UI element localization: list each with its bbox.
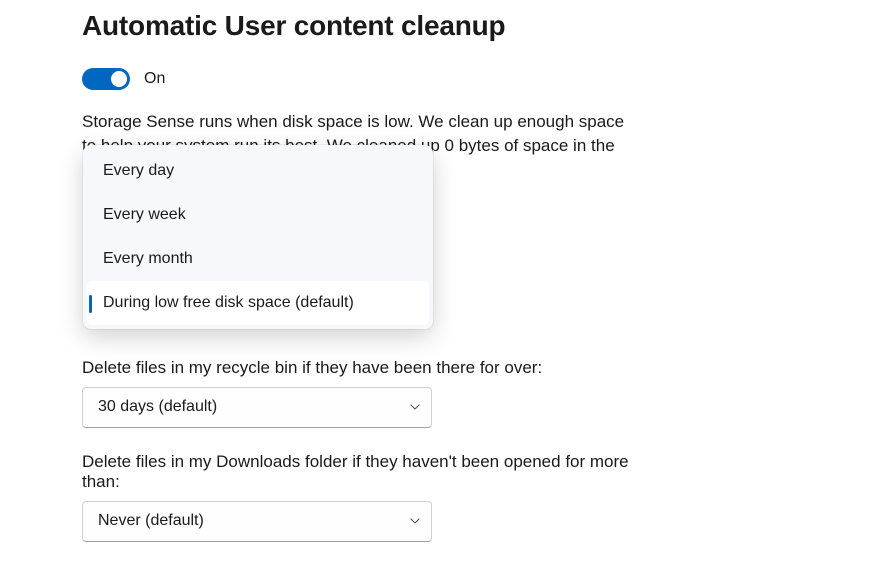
- recycle-label: Delete files in my recycle bin if they h…: [82, 358, 800, 378]
- dropdown-option-low-disk-space[interactable]: During low free disk space (default): [87, 281, 429, 325]
- cleanup-toggle[interactable]: [82, 68, 130, 90]
- dropdown-option-every-week[interactable]: Every week: [87, 193, 429, 237]
- chevron-down-icon: [409, 515, 421, 527]
- run-frequency-dropdown: Every day Every week Every month During …: [83, 145, 433, 329]
- toggle-knob: [111, 71, 127, 87]
- recycle-select-value: 30 days (default): [98, 398, 217, 416]
- dropdown-option-every-month[interactable]: Every month: [87, 237, 429, 281]
- downloads-label: Delete files in my Downloads folder if t…: [82, 452, 642, 492]
- chevron-down-icon: [409, 401, 421, 413]
- downloads-select-value: Never (default): [98, 512, 204, 530]
- dropdown-option-every-day[interactable]: Every day: [87, 149, 429, 193]
- cleanup-toggle-row: On: [82, 68, 800, 90]
- toggle-state-label: On: [144, 70, 165, 88]
- recycle-select[interactable]: 30 days (default): [82, 387, 432, 428]
- page-title: Automatic User content cleanup: [82, 10, 800, 42]
- downloads-select[interactable]: Never (default): [82, 501, 432, 542]
